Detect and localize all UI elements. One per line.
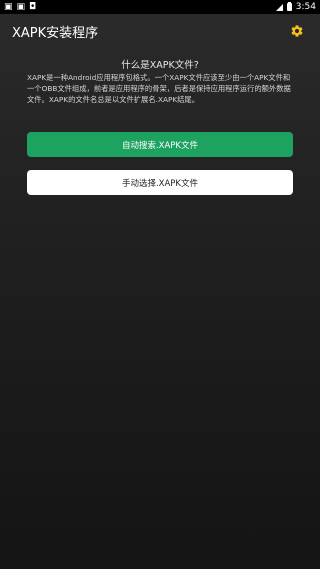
- settings-button[interactable]: [286, 20, 308, 42]
- question-heading: 什么是XAPK文件?: [121, 60, 199, 71]
- status-bar: ▣ ▣ ◘ 3:54: [0, 0, 320, 14]
- photo-icon: ▣: [4, 1, 13, 12]
- signal-icon: [275, 3, 283, 11]
- app-bar: XAPK安装程序: [0, 14, 320, 48]
- app-screen: ▣ ▣ ◘ 3:54 XAPK安装程序 什么是XAPK文件? XAPK是一种An…: [0, 0, 320, 569]
- auto-search-button[interactable]: 自动搜索.XAPK文件: [27, 132, 293, 157]
- photo-icon: ▣: [16, 1, 26, 12]
- manual-select-button[interactable]: 手动选择.XAPK文件: [27, 170, 293, 195]
- status-right-icons: 3:54: [275, 2, 316, 12]
- auto-search-label: 自动搜索.XAPK文件: [121, 140, 199, 151]
- status-left-icons: ▣ ▣ ◘: [4, 1, 37, 12]
- manual-select-label: 手动选择.XAPK文件: [121, 178, 199, 189]
- notification-icon: ◘: [29, 1, 37, 12]
- battery-icon: [286, 2, 292, 11]
- gear-icon: [291, 25, 303, 37]
- description-text: XAPK是一种Android应用程序包格式。一个XAPK文件应该至少由一个APK…: [27, 73, 291, 104]
- status-time: 3:54: [295, 2, 316, 12]
- app-title: XAPK安装程序: [12, 25, 99, 41]
